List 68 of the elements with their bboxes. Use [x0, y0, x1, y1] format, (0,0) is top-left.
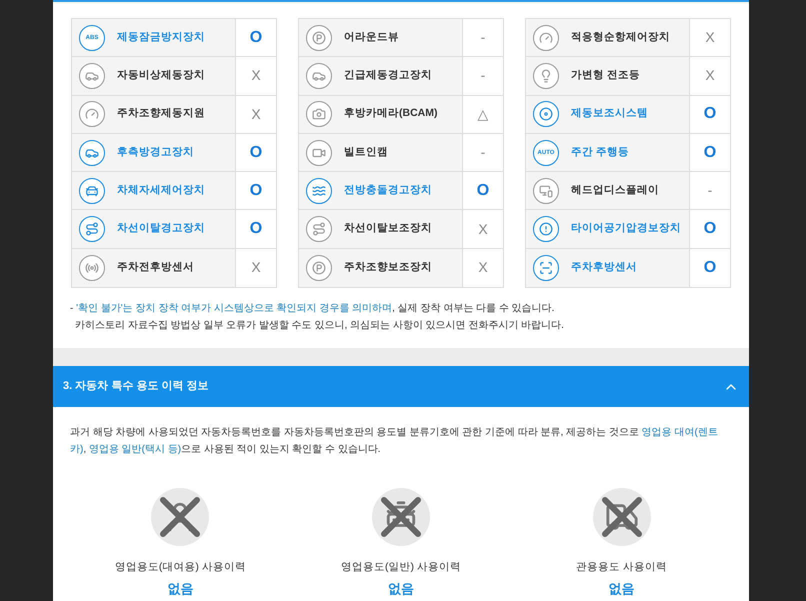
section-header[interactable]: 3. 자동차 특수 용도 이력 정보	[53, 366, 749, 408]
feature-status: X	[235, 96, 276, 133]
feature-status: O	[462, 172, 503, 210]
feature-status: X	[462, 210, 503, 248]
feature-status: O	[235, 172, 276, 210]
feature-status: O	[689, 134, 730, 172]
feature-status: O	[689, 210, 730, 248]
feature-name: 후방카메라(BCAM)	[344, 106, 438, 122]
feature-name: 제동잠금방지장치	[117, 30, 205, 45]
feature-name: 긴급제동경고장치	[344, 68, 432, 84]
car-icon	[79, 140, 105, 166]
feature-name: 주차조향보조장치	[344, 260, 432, 276]
feature-name: 빌트인캠	[344, 144, 388, 160]
feature-status: X	[689, 57, 730, 95]
section-title: 3. 자동차 특수 용도 이력 정보	[63, 379, 208, 394]
camera-icon	[306, 101, 332, 128]
waves-icon	[306, 178, 332, 204]
video-camera-icon	[306, 140, 332, 166]
usage-label: 영업용도(일반) 사용이력	[341, 560, 461, 576]
sensor-waves-icon	[79, 254, 105, 281]
warning-icon	[533, 216, 559, 242]
feature-name: 차선이탈경고장치	[117, 221, 205, 236]
feature-status: -	[689, 172, 730, 210]
feature-name: 타이어공기압경보장치	[571, 221, 681, 236]
feature-name: 제동보조시스템	[571, 106, 648, 122]
car-icon	[79, 62, 105, 89]
feature-status: -	[462, 134, 503, 172]
feature-status: O	[689, 96, 730, 133]
feature-status: O	[235, 134, 276, 172]
usage-label: 관용용도 사용이력	[576, 560, 668, 576]
feature-status: O	[235, 19, 276, 56]
parking-icon	[306, 254, 332, 281]
feature-status: △	[462, 96, 503, 133]
feature-name: 주간 주행등	[571, 144, 629, 160]
feature-status: X	[235, 248, 276, 288]
feature-name: 주차조향제동지원	[117, 106, 205, 122]
feature-name: 차체자세제어장치	[117, 182, 205, 198]
parking-icon	[306, 24, 332, 51]
display-icon	[533, 178, 559, 204]
feature-name: 주차전후방센서	[117, 260, 194, 276]
feature-status: X	[235, 57, 276, 95]
note-text: 카히스토리 자료수집 방법상 일부 오류가 발생할 수도 있으니, 의심되는 사항이 있으시면 전화주시기 바랍니다.	[75, 319, 565, 334]
feature-name: 후측방경고장치	[117, 144, 194, 160]
feature-name: 전방충돌경고장치	[344, 182, 432, 198]
gauge-icon	[79, 101, 105, 128]
usage-value: 없음	[167, 580, 194, 598]
feature-name: 차선이탈보조장치	[344, 221, 432, 236]
feature-status: X	[462, 248, 503, 288]
feature-status: O	[235, 210, 276, 248]
feature-name: 가변형 전조등	[571, 68, 640, 84]
section-description: 과거 해당 차량에 사용되었던 자동차등록번호를 자동차등록번호판의 용도별 분류기호에 관한 기준에 따라 분류, 제공하는 것으로 영업용 대여(렌트카), 영업용 일반(택시 등)으로 사용된 적이 있는지 확인할 수 있습니다.	[70, 426, 719, 458]
car-icon	[79, 178, 105, 204]
feature-status: X	[689, 19, 730, 56]
feature-name: 적응형순항제어장치	[571, 30, 670, 45]
usage-value: 없음	[388, 580, 414, 598]
gauge-icon	[533, 24, 559, 51]
feature-name: 주차후방센서	[571, 260, 637, 276]
feature-status: -	[462, 19, 503, 56]
feature-name: 어라운드뷰	[344, 30, 399, 45]
feature-status: O	[689, 248, 730, 288]
headlight-icon	[533, 62, 559, 89]
feature-name: 헤드업디스플레이	[571, 182, 659, 198]
usage-label: 영업용도(대여용) 사용이력	[114, 560, 246, 576]
feature-status: -	[462, 57, 503, 95]
usage-value: 없음	[608, 580, 635, 598]
feature-name: 자동비상제동장치	[117, 68, 205, 84]
car-icon	[306, 62, 332, 89]
note-text: - '확인 불가'는 장치 장착 여부가 시스템상으로 확인되지 경우를 의미하며, 실제 장착 여부는 다를 수 있습니다.	[70, 302, 556, 316]
